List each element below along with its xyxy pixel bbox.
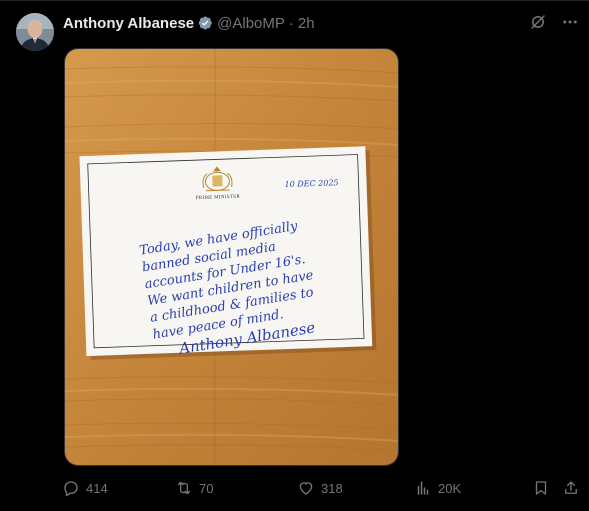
more-icon[interactable] [561,13,579,31]
post-time[interactable]: 2h [298,15,315,32]
repost-button[interactable]: 70 [175,479,213,497]
avatar[interactable] [16,13,54,51]
top-actions [529,13,579,31]
views-count: 20K [438,480,462,496]
repost-count: 70 [199,480,214,496]
post-image[interactable]: PRIME MINISTER 10 DEC 2025 Today, we hav… [64,48,399,466]
bookmark-button[interactable] [532,479,550,497]
note-date: 10 DEC 2025 [284,178,338,189]
views-button[interactable]: 20K [414,479,461,497]
grok-icon[interactable] [529,13,547,31]
engagement-bar: 414 70 318 20K [62,479,582,501]
bookmark-icon [535,481,547,495]
like-count: 318 [321,480,343,496]
author-name[interactable]: Anthony Albanese [63,15,194,32]
reply-count: 414 [86,480,108,496]
like-icon [299,482,313,495]
views-icon [417,481,429,495]
reply-button[interactable]: 414 [62,479,108,497]
repost-icon [177,481,191,495]
author-handle[interactable]: @AlboMP [217,15,285,32]
verified-badge-icon[interactable] [197,15,213,31]
tweet: Anthony Albanese @AlboMP · 2h PRIME MINI… [0,0,589,511]
post-header: Anthony Albanese @AlboMP · 2h [63,13,315,33]
like-button[interactable]: 318 [297,479,343,497]
reply-icon [64,481,78,497]
separator-dot: · [288,14,294,32]
share-icon [565,481,577,494]
share-button[interactable] [562,479,580,497]
